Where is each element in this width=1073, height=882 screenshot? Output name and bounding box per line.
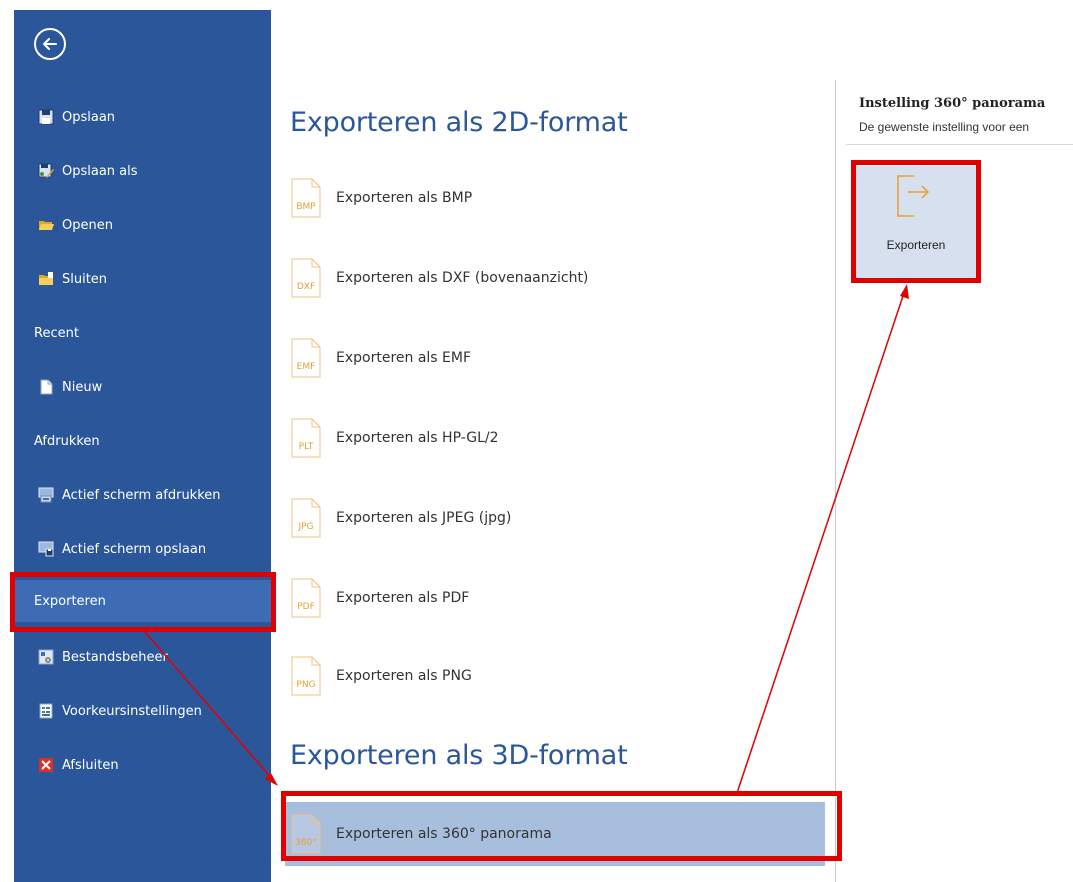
menu-save-active-screen[interactable]: Actief scherm opslaan — [14, 529, 271, 569]
jpg-file-icon: JPG — [291, 498, 321, 538]
menu-file-manager-label: Bestandsbeheer — [62, 649, 168, 665]
menu-print-label: Afdrukken — [34, 433, 100, 449]
export-png[interactable]: PNG Exporteren als PNG — [285, 646, 825, 706]
menu-save-as[interactable]: Opslaan als — [14, 151, 271, 191]
backstage-sidebar: Opslaan Opslaan als Openen Sluiten Recen… — [14, 10, 271, 882]
export-emf[interactable]: EMF Exporteren als EMF — [285, 328, 825, 388]
menu-new-label: Nieuw — [62, 379, 103, 395]
menu-close-label: Sluiten — [62, 271, 108, 287]
export-hpgl-label: Exporteren als HP-GL/2 — [336, 430, 499, 446]
menu-export[interactable]: Exporteren — [14, 580, 271, 622]
export-button[interactable]: Exporteren — [856, 166, 976, 280]
menu-save-active-screen-label: Actief scherm opslaan — [62, 541, 207, 557]
menu-exit-label: Afsluiten — [62, 757, 119, 773]
export-jpeg[interactable]: JPG Exporteren als JPEG (jpg) — [285, 488, 825, 548]
export-jpeg-label: Exporteren als JPEG (jpg) — [336, 510, 512, 526]
back-arrow-icon — [43, 38, 57, 50]
panorama-360-file-icon: 360° — [291, 814, 321, 854]
back-button[interactable] — [34, 28, 66, 60]
menu-print-active-screen-label: Actief scherm afdrukken — [62, 487, 221, 503]
panel-separator — [846, 144, 1073, 145]
export-emf-label: Exporteren als EMF — [336, 350, 472, 366]
panel-title: Instelling 360° panorama — [859, 96, 1046, 111]
bmp-file-icon: BMP — [291, 178, 321, 218]
export-bmp[interactable]: BMP Exporteren als BMP — [285, 168, 825, 228]
export-png-label: Exporteren als PNG — [336, 668, 472, 684]
export-360-panorama-label: Exporteren als 360° panorama — [336, 826, 552, 842]
export-pdf-label: Exporteren als PDF — [336, 590, 470, 606]
section-3d-title: Exporteren als 3D-format — [290, 740, 628, 771]
file-manager-icon — [38, 649, 54, 665]
save-icon — [38, 109, 54, 125]
new-document-icon — [38, 379, 54, 395]
menu-save-as-label: Opslaan als — [62, 163, 138, 179]
export-button-label: Exporteren — [886, 238, 946, 252]
export-icon — [897, 175, 930, 217]
menu-print-active-screen[interactable]: Actief scherm afdrukken — [14, 475, 271, 515]
dxf-file-icon: DXF — [291, 258, 321, 298]
emf-file-icon: EMF — [291, 338, 321, 378]
export-pdf[interactable]: PDF Exporteren als PDF — [285, 568, 825, 628]
export-dxf[interactable]: DXF Exporteren als DXF (bovenaanzicht) — [285, 248, 825, 308]
menu-save-label: Opslaan — [62, 109, 116, 125]
save-as-icon — [38, 163, 54, 179]
menu-file-manager[interactable]: Bestandsbeheer — [14, 637, 271, 677]
close-folder-icon — [38, 271, 54, 287]
export-dxf-label: Exporteren als DXF (bovenaanzicht) — [336, 270, 589, 286]
png-file-icon: PNG — [291, 656, 321, 696]
section-2d-title: Exporteren als 2D-format — [290, 107, 628, 138]
menu-save[interactable]: Opslaan — [14, 97, 271, 137]
open-folder-icon — [38, 217, 54, 233]
export-360-panorama[interactable]: 360° Exporteren als 360° panorama — [285, 802, 825, 866]
menu-print[interactable]: Afdrukken — [14, 421, 271, 461]
export-hpgl[interactable]: PLT Exporteren als HP-GL/2 — [285, 408, 825, 468]
menu-export-label: Exporteren — [34, 593, 106, 609]
save-screen-icon — [38, 541, 54, 557]
preferences-icon — [38, 703, 54, 719]
menu-new[interactable]: Nieuw — [14, 367, 271, 407]
menu-open-label: Openen — [62, 217, 113, 233]
menu-preferences[interactable]: Voorkeursinstellingen — [14, 691, 271, 731]
pdf-file-icon: PDF — [291, 578, 321, 618]
menu-open[interactable]: Openen — [14, 205, 271, 245]
menu-close[interactable]: Sluiten — [14, 259, 271, 299]
menu-exit[interactable]: Afsluiten — [14, 745, 271, 785]
settings-panel: Instelling 360° panorama De gewenste ins… — [836, 80, 1073, 882]
panel-description: De gewenste instelling voor een — [859, 120, 1030, 134]
menu-recent-label: Recent — [34, 325, 79, 341]
menu-recent[interactable]: Recent — [14, 313, 271, 353]
menu-preferences-label: Voorkeursinstellingen — [62, 703, 202, 719]
print-screen-icon — [38, 487, 54, 503]
export-list-panel: Exporteren als 2D-format BMP Exporteren … — [271, 10, 835, 882]
export-bmp-label: Exporteren als BMP — [336, 190, 473, 206]
exit-icon — [38, 757, 54, 773]
plt-file-icon: PLT — [291, 418, 321, 458]
